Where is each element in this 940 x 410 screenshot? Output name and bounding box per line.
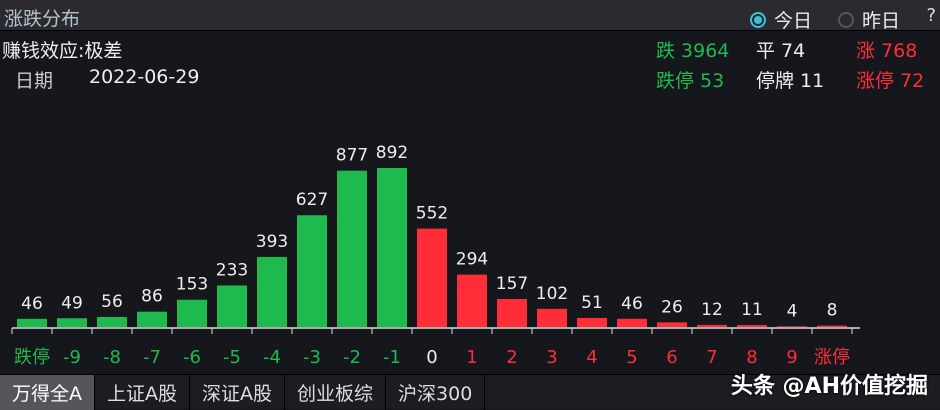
- x-tick-label: 8: [746, 347, 757, 368]
- x-tick-label: -4: [263, 347, 281, 368]
- bar-value-label: 4: [787, 301, 798, 321]
- x-tick-label: -5: [223, 347, 241, 368]
- bar: [17, 318, 47, 327]
- x-tick-label: 4: [586, 347, 597, 368]
- bar-value-label: 102: [536, 284, 568, 304]
- bar: [177, 299, 207, 327]
- x-tick-label: 涨停: [814, 347, 850, 368]
- bar-value-label: 294: [456, 250, 488, 270]
- distribution-chart: 46跌停49-956-886-7153-6233-5393-4627-3877-…: [11, 143, 860, 368]
- bar-value-label: 8: [827, 301, 838, 321]
- tab-chinext[interactable]: 创业板综: [285, 375, 387, 410]
- bar-value-label: 51: [581, 293, 603, 313]
- x-tick-label: -2: [343, 347, 361, 368]
- x-tick-label: 2: [506, 347, 517, 368]
- tab-szse-a[interactable]: 深证A股: [190, 375, 285, 410]
- bar-value-label: 11: [741, 300, 763, 320]
- bar: [777, 326, 807, 327]
- bar-value-label: 153: [176, 275, 208, 295]
- bar-value-label: 627: [296, 190, 328, 210]
- bar: [737, 325, 767, 327]
- bar: [377, 168, 407, 327]
- x-tick-label: -9: [63, 347, 81, 368]
- bar-value-label: 56: [101, 292, 123, 312]
- bar: [97, 317, 127, 327]
- tab-sse-a[interactable]: 上证A股: [95, 375, 190, 410]
- bar: [817, 325, 847, 327]
- bar-value-label: 877: [336, 146, 368, 166]
- x-tick-label: -1: [383, 347, 401, 368]
- bar-value-label: 233: [216, 260, 248, 280]
- x-tick-label: 7: [706, 347, 717, 368]
- bar-value-label: 157: [496, 274, 528, 294]
- x-tick-label: 9: [786, 347, 797, 368]
- bar: [617, 318, 647, 327]
- x-tick-label: 0: [426, 347, 437, 368]
- bar: [577, 317, 607, 327]
- x-tick-label: -8: [103, 347, 121, 368]
- bar: [137, 311, 167, 327]
- bar: [417, 228, 447, 327]
- bar-value-label: 86: [141, 287, 163, 307]
- tab-csi300[interactable]: 沪深300: [386, 375, 486, 410]
- bar-value-label: 49: [61, 293, 83, 313]
- bar: [457, 274, 487, 327]
- bar-value-label: 552: [416, 204, 448, 224]
- watermark: 头条 @AH价值挖掘: [730, 374, 928, 399]
- bar: [297, 215, 327, 327]
- bar-value-label: 46: [21, 294, 43, 314]
- bar: [657, 322, 687, 327]
- x-tick-label: 6: [666, 347, 677, 368]
- bar: [497, 299, 527, 327]
- bar-value-label: 892: [376, 143, 408, 163]
- bar-value-label: 12: [701, 300, 723, 320]
- x-tick-label: -7: [143, 347, 161, 368]
- x-tick-label: -3: [303, 347, 321, 368]
- x-tick-label: 跌停: [14, 347, 50, 368]
- bar-value-label: 46: [621, 294, 643, 314]
- x-tick-label: 5: [626, 347, 637, 368]
- bar: [537, 308, 567, 327]
- bar-value-label: 26: [661, 297, 683, 317]
- tab-wind-all-a[interactable]: 万得全A: [0, 375, 95, 410]
- x-tick-label: -6: [183, 347, 201, 368]
- x-tick-label: 3: [546, 347, 557, 368]
- bar: [697, 324, 727, 327]
- bar: [217, 285, 247, 327]
- bar: [57, 318, 87, 327]
- x-tick-label: 1: [466, 347, 477, 368]
- bar: [257, 256, 287, 327]
- bar-value-label: 393: [256, 232, 288, 252]
- bar: [337, 170, 367, 327]
